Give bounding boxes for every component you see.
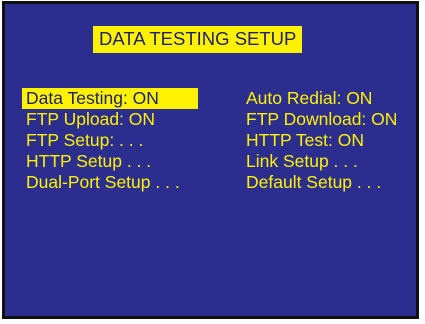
menu-column-left: Data Testing: ON FTP Upload: ON FTP Setu… [22,88,198,193]
menu-column-right: Auto Redial: ON FTP Download: ON HTTP Te… [242,88,401,193]
menu-item-default-setup[interactable]: Default Setup . . . [242,172,401,193]
menu-item-link-setup[interactable]: Link Setup . . . [242,151,401,172]
menu-item-ftp-setup[interactable]: FTP Setup: . . . [22,130,198,151]
menu-item-http-test[interactable]: HTTP Test: ON [242,130,401,151]
setup-screen: DATA TESTING SETUP Data Testing: ON FTP … [2,1,419,319]
menu-item-http-setup[interactable]: HTTP Setup . . . [22,151,198,172]
menu-item-data-testing[interactable]: Data Testing: ON [22,88,198,109]
screen-title: DATA TESTING SETUP [93,26,303,53]
menu-item-ftp-upload[interactable]: FTP Upload: ON [22,109,198,130]
menu-item-auto-redial[interactable]: Auto Redial: ON [242,88,401,109]
menu-item-dual-port-setup[interactable]: Dual-Port Setup . . . [22,172,198,193]
menu-item-ftp-download[interactable]: FTP Download: ON [242,109,401,130]
